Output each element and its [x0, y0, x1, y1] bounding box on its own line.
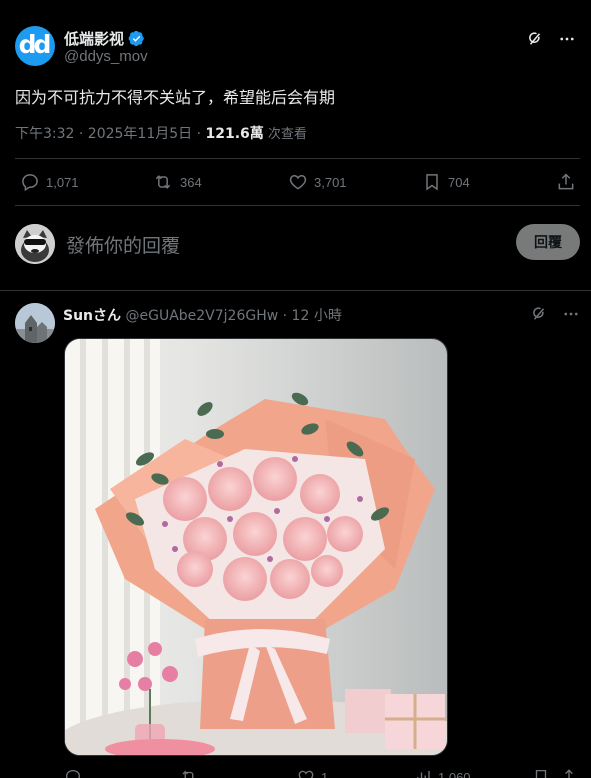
- reply-submit-button[interactable]: 回覆: [516, 224, 580, 260]
- like-icon: [297, 768, 315, 778]
- reply-actions-top: [530, 305, 580, 323]
- repost-icon: [179, 768, 199, 778]
- verified-badge-icon: [128, 30, 145, 47]
- bouquet-photo: [65, 339, 447, 755]
- reply-author-name[interactable]: Sunさん: [63, 308, 121, 324]
- grok-icon[interactable]: [530, 305, 548, 323]
- bookmark-button[interactable]: 704: [422, 172, 470, 192]
- post-meta: 下午3:32 · 2025年11月5日 · 121.6萬 次查看: [15, 123, 307, 143]
- like-count: 3,701: [314, 174, 347, 190]
- avatar-logo-text: dd: [18, 30, 52, 59]
- reply-count: 1,071: [46, 174, 79, 190]
- reply-icon: [64, 768, 82, 778]
- engagement-bar: 1,071 364 3,701 704: [15, 160, 580, 204]
- author-name[interactable]: 低端影视: [64, 28, 145, 49]
- reply-author-avatar[interactable]: [15, 303, 55, 343]
- like-button[interactable]: 3,701: [288, 172, 347, 192]
- reply-icon: [20, 172, 40, 192]
- reply-time[interactable]: · 12 小時: [278, 308, 342, 324]
- post-time[interactable]: 下午3:32 · 2025年11月5日 ·: [15, 126, 206, 142]
- more-icon[interactable]: [558, 30, 576, 48]
- author-name-text: 低端影视: [64, 30, 125, 48]
- post-text: 因为不可抗力不得不关站了，希望能后会有期: [15, 88, 336, 107]
- reply-like-count: 1: [321, 769, 329, 778]
- post-views-label: 次查看: [263, 127, 307, 142]
- reply-composer: 發佈你的回覆 回覆: [15, 220, 580, 268]
- author-handle[interactable]: @ddys_mov: [64, 48, 148, 65]
- more-icon[interactable]: [562, 305, 580, 323]
- grok-icon[interactable]: [526, 30, 544, 48]
- reply-reply-button[interactable]: [64, 768, 82, 778]
- bookmark-icon: [532, 768, 550, 778]
- divider: [15, 158, 580, 159]
- reply-author-handle[interactable]: @eGUAbe2V7j26GHw: [125, 308, 278, 324]
- share-icon: [556, 172, 576, 192]
- divider: [0, 290, 591, 291]
- reply-like-button[interactable]: 1: [297, 768, 328, 778]
- current-user-avatar[interactable]: [15, 224, 55, 264]
- share-icon: [560, 768, 578, 778]
- reply-bookmark-button[interactable]: [532, 768, 550, 778]
- post-header: dd 低端影视 @ddys_mov: [15, 26, 576, 70]
- reply-repost-button[interactable]: [179, 768, 199, 778]
- author-avatar[interactable]: dd: [15, 26, 55, 66]
- share-button[interactable]: [556, 172, 576, 192]
- reply-button[interactable]: 1,071: [20, 172, 79, 192]
- divider: [15, 205, 580, 206]
- reply-share-button[interactable]: [560, 768, 578, 778]
- repost-count: 364: [180, 174, 202, 190]
- reply-views-count: 1,060: [438, 769, 471, 778]
- reply-media-image[interactable]: [64, 338, 448, 756]
- bookmark-icon: [422, 172, 442, 192]
- reply-input[interactable]: 發佈你的回覆: [66, 231, 180, 258]
- repost-button[interactable]: 364: [152, 172, 202, 192]
- repost-icon: [152, 172, 174, 192]
- views-icon: [414, 768, 432, 778]
- bookmark-count: 704: [448, 174, 470, 190]
- reply-views-button[interactable]: 1,060: [414, 768, 471, 778]
- reply-author-line: Sunさん @eGUAbe2V7j26GHw · 12 小時: [63, 305, 342, 325]
- post-views-count: 121.6萬: [205, 126, 264, 142]
- reply-engagement-bar: 1 1,060: [64, 766, 580, 778]
- like-icon: [288, 172, 308, 192]
- post-actions-top: [526, 30, 576, 48]
